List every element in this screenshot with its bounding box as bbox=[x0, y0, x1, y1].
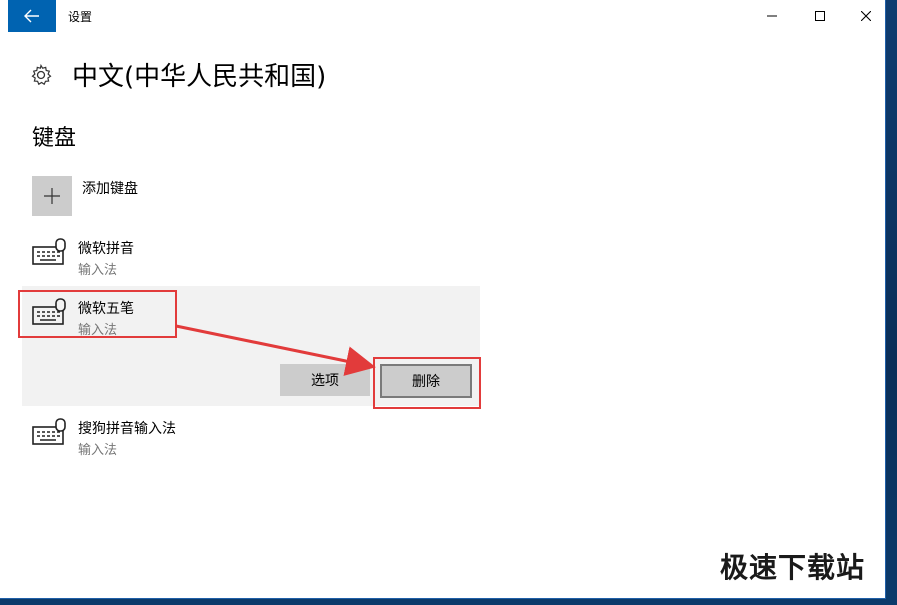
keyboard-icon bbox=[32, 238, 66, 265]
maximize-button[interactable] bbox=[797, 0, 843, 32]
minimize-icon bbox=[767, 15, 777, 17]
options-button[interactable]: 选项 bbox=[280, 364, 370, 396]
keyboard-name: 搜狗拼音输入法 bbox=[78, 421, 176, 437]
keyboard-type: 输入法 bbox=[78, 263, 118, 278]
keyboard-item-microsoft-pinyin[interactable]: 微软拼音 输入法 bbox=[22, 230, 480, 280]
minimize-button[interactable] bbox=[749, 0, 795, 32]
keyboard-icon bbox=[32, 418, 66, 445]
add-keyboard-tile bbox=[32, 176, 72, 216]
title-bar: 设置 bbox=[0, 0, 885, 32]
close-icon bbox=[861, 11, 871, 21]
gear-icon bbox=[31, 63, 52, 85]
app-title: 设置 bbox=[68, 10, 93, 24]
section-title: 键盘 bbox=[32, 126, 77, 151]
keyboard-name: 微软拼音 bbox=[78, 241, 134, 257]
page-header: 中文(中华人民共和国) bbox=[30, 56, 326, 93]
keyboard-type: 输入法 bbox=[78, 443, 118, 458]
keyboard-item-sogou-pinyin[interactable]: 搜狗拼音输入法 输入法 bbox=[22, 410, 480, 460]
settings-window: 设置 中文(中华人民共和国) 键盘 添加键盘 微软拼音 输入法 微软五笔 输入法… bbox=[0, 0, 886, 599]
back-arrow-icon bbox=[24, 9, 39, 23]
page-title: 中文(中华人民共和国) bbox=[72, 62, 327, 92]
close-button[interactable] bbox=[843, 0, 885, 32]
annotation-highlight-delete bbox=[373, 357, 481, 409]
add-keyboard-label: 添加键盘 bbox=[82, 181, 138, 197]
maximize-icon bbox=[815, 11, 825, 21]
back-button[interactable] bbox=[8, 0, 56, 32]
annotation-highlight-keyboard bbox=[18, 290, 177, 338]
plus-icon bbox=[44, 188, 60, 204]
watermark: 极速下载站 bbox=[719, 551, 865, 584]
